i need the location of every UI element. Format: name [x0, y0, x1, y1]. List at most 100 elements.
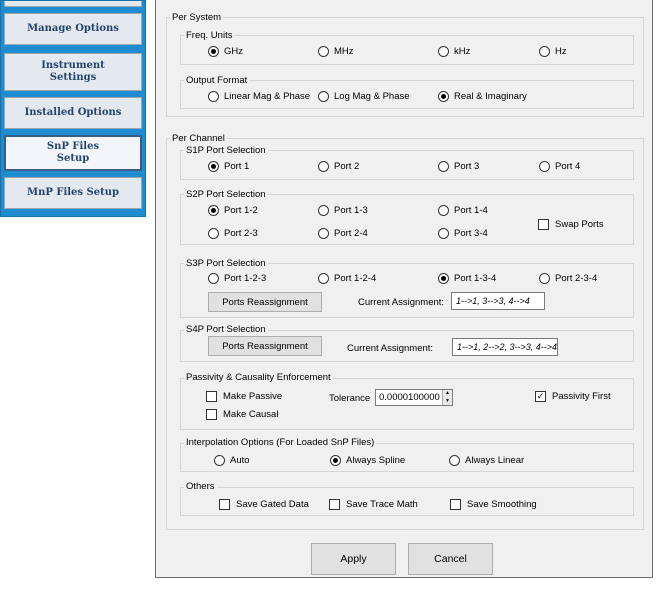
- s2p-port23-radio[interactable]: Port 2-3: [208, 226, 258, 240]
- s2p-port34-radio[interactable]: Port 3-4: [438, 226, 488, 240]
- output-format-label: Output Format: [184, 75, 250, 86]
- checkbox-empty-icon: [329, 498, 340, 510]
- checkbox-empty-icon: [206, 390, 217, 402]
- radio-empty-icon: [318, 90, 329, 102]
- radio-label: GHz: [224, 45, 243, 57]
- per-channel-label: Per Channel: [170, 133, 227, 144]
- s3p-current-assignment-value: 1-->1, 3-->3, 4-->4: [451, 292, 545, 310]
- passivity-first-checkbox[interactable]: ✓ Passivity First: [535, 389, 611, 403]
- checkbox-label: Save Gated Data: [236, 498, 309, 510]
- radio-empty-icon: [208, 90, 219, 102]
- s4p-ports-reassignment-button[interactable]: Ports Reassignment: [208, 336, 322, 356]
- radio-empty-icon: [539, 45, 550, 57]
- freq-mhz-radio[interactable]: MHz: [318, 44, 354, 58]
- passivity-label: Passivity & Causality Enforcement: [184, 372, 333, 383]
- make-causal-checkbox[interactable]: Make Causal: [206, 407, 278, 421]
- interp-auto-radio[interactable]: Auto: [214, 453, 250, 467]
- radio-label: Linear Mag & Phase: [224, 90, 311, 102]
- radio-label: Always Spline: [346, 454, 406, 466]
- s1p-port2-radio[interactable]: Port 2: [318, 159, 359, 173]
- nav-manage-options-button[interactable]: Manage Options: [4, 13, 142, 45]
- s1p-port4-radio[interactable]: Port 4: [539, 159, 580, 173]
- format-log-radio[interactable]: Log Mag & Phase: [318, 89, 410, 103]
- s4p-current-assignment-value: 1-->1, 2-->2, 3-->3, 4-->4: [452, 338, 558, 356]
- radio-empty-icon: [318, 272, 329, 284]
- interp-spline-radio[interactable]: Always Spline: [330, 453, 405, 467]
- s3p-ports-reassignment-button[interactable]: Ports Reassignment: [208, 292, 322, 312]
- nav-item-cut-off[interactable]: [4, 1, 142, 7]
- s1p-port3-radio[interactable]: Port 3: [438, 159, 479, 173]
- save-gated-data-checkbox[interactable]: Save Gated Data: [219, 497, 309, 511]
- radio-empty-icon: [318, 45, 329, 57]
- snp-files-setup-dialog: Per System Freq. Units GHz MHz kHz Hz Ou…: [155, 0, 653, 578]
- s3p-current-assignment-label: Current Assignment:: [358, 297, 445, 308]
- save-smoothing-checkbox[interactable]: Save Smoothing: [450, 497, 537, 511]
- checkbox-label: Make Passive: [223, 390, 283, 402]
- checkbox-empty-icon: [206, 408, 217, 420]
- spin-down-arrow-icon[interactable]: ▼: [443, 397, 452, 405]
- nav-installed-options-button[interactable]: Installed Options: [4, 97, 142, 129]
- radio-selected-icon: [438, 272, 449, 284]
- options-nav-panel: Manage Options Instrument Settings Insta…: [0, 0, 146, 217]
- radio-selected-icon: [330, 454, 341, 466]
- s2p-port12-radio[interactable]: Port 1-2: [208, 203, 258, 217]
- radio-label: Port 1-2-3: [224, 272, 267, 284]
- format-real-imag-radio[interactable]: Real & Imaginary: [438, 89, 527, 103]
- radio-empty-icon: [318, 227, 329, 239]
- radio-empty-icon: [438, 45, 449, 57]
- radio-empty-icon: [539, 272, 550, 284]
- radio-label: Port 1-2: [224, 204, 258, 216]
- tolerance-label: Tolerance: [329, 393, 371, 404]
- freq-hz-radio[interactable]: Hz: [539, 44, 567, 58]
- nav-mnp-files-setup-button[interactable]: MnP Files Setup: [4, 177, 142, 209]
- s1p-label: S1P Port Selection: [184, 145, 268, 156]
- format-linear-radio[interactable]: Linear Mag & Phase: [208, 89, 310, 103]
- apply-button[interactable]: Apply: [311, 543, 396, 575]
- s4p-current-assignment-label: Current Assignment:: [347, 343, 434, 354]
- radio-selected-icon: [438, 90, 449, 102]
- make-passive-checkbox[interactable]: Make Passive: [206, 389, 282, 403]
- radio-label: kHz: [454, 45, 471, 57]
- s1p-port1-radio[interactable]: Port 1: [208, 159, 249, 173]
- s2p-label: S2P Port Selection: [184, 189, 268, 200]
- s2p-port24-radio[interactable]: Port 2-4: [318, 226, 368, 240]
- radio-label: Hz: [555, 45, 567, 57]
- save-trace-math-checkbox[interactable]: Save Trace Math: [329, 497, 418, 511]
- radio-empty-icon: [539, 160, 550, 172]
- nav-instrument-settings-button[interactable]: Instrument Settings: [4, 53, 142, 91]
- s3p-port123-radio[interactable]: Port 1-2-3: [208, 271, 266, 285]
- radio-empty-icon: [438, 227, 449, 239]
- radio-label: Port 2: [334, 160, 360, 172]
- cancel-button[interactable]: Cancel: [408, 543, 493, 575]
- interp-linear-radio[interactable]: Always Linear: [449, 453, 524, 467]
- radio-label: Port 2-3: [224, 227, 258, 239]
- radio-empty-icon: [318, 160, 329, 172]
- radio-empty-icon: [438, 204, 449, 216]
- checkbox-label: Swap Ports: [555, 218, 604, 230]
- s4p-label: S4P Port Selection: [184, 324, 268, 335]
- swap-ports-checkbox[interactable]: Swap Ports: [538, 217, 604, 231]
- s2p-port13-radio[interactable]: Port 1-3: [318, 203, 368, 217]
- spin-up-arrow-icon[interactable]: ▲: [443, 390, 452, 398]
- s3p-port234-radio[interactable]: Port 2-3-4: [539, 271, 597, 285]
- interpolation-label: Interpolation Options (For Loaded SnP Fi…: [184, 437, 377, 448]
- radio-label: Port 3-4: [454, 227, 488, 239]
- tolerance-spinbox[interactable]: 0.0000100000 ▲ ▼: [375, 389, 453, 406]
- radio-empty-icon: [449, 454, 460, 466]
- per-system-label: Per System: [170, 12, 224, 23]
- freq-ghz-radio[interactable]: GHz: [208, 44, 243, 58]
- radio-empty-icon: [318, 204, 329, 216]
- s2p-port14-radio[interactable]: Port 1-4: [438, 203, 488, 217]
- tolerance-value[interactable]: 0.0000100000: [376, 392, 442, 403]
- radio-empty-icon: [214, 454, 225, 466]
- s3p-port134-radio[interactable]: Port 1-3-4: [438, 271, 496, 285]
- radio-label: Port 3: [454, 160, 480, 172]
- checkbox-empty-icon: [538, 218, 549, 230]
- freq-khz-radio[interactable]: kHz: [438, 44, 470, 58]
- s3p-port124-radio[interactable]: Port 1-2-4: [318, 271, 376, 285]
- s3p-label: S3P Port Selection: [184, 258, 268, 269]
- nav-snp-files-setup-button[interactable]: SnP Files Setup: [4, 135, 142, 171]
- radio-label: Port 1-2-4: [334, 272, 377, 284]
- radio-selected-icon: [208, 204, 219, 216]
- radio-empty-icon: [208, 272, 219, 284]
